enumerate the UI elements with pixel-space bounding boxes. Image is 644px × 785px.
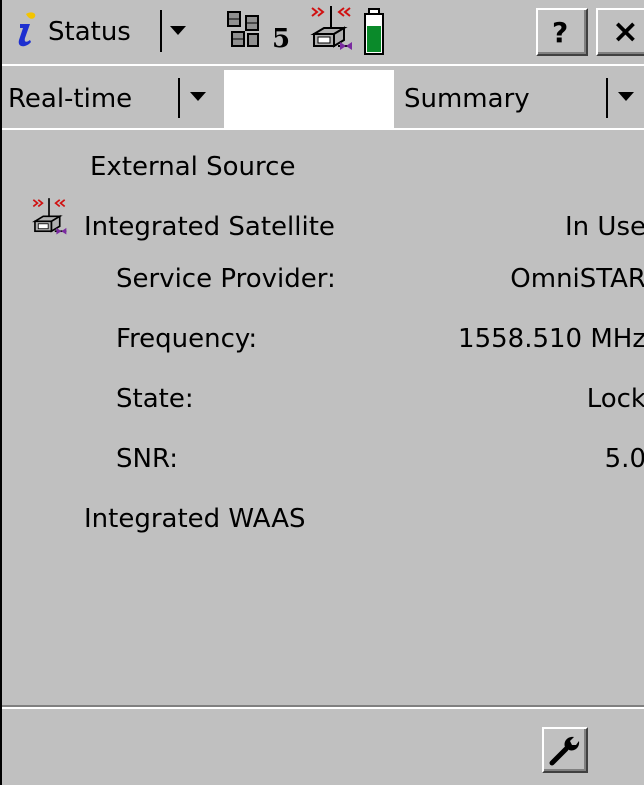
divider: [606, 78, 608, 118]
row-value: OmniSTAR: [510, 264, 644, 294]
title-bar: Status 5 ? ×: [2, 0, 644, 66]
summary-dropdown-value: Summary: [404, 84, 530, 114]
divider: [178, 78, 180, 118]
list-item: Frequency: 1558.510 MHz: [2, 308, 644, 358]
wrench-icon: [548, 733, 582, 767]
chevron-down-icon: [190, 92, 206, 101]
satellite-icon[interactable]: [222, 8, 266, 52]
settings-button[interactable]: [542, 727, 588, 773]
row-label: External Source: [90, 152, 296, 182]
list-item: Service Provider: OmniSTAR: [2, 250, 644, 300]
list-item: SNR: 5.0: [2, 428, 644, 478]
realtime-dropdown-value: Real-time: [8, 84, 133, 114]
help-button[interactable]: ?: [536, 8, 588, 56]
row-label: Integrated Satellite: [84, 212, 335, 242]
info-icon: [14, 10, 40, 48]
close-icon: ×: [612, 12, 639, 50]
radio-antenna-icon: [30, 196, 68, 240]
view-selector-row: Real-time Summary: [2, 70, 644, 128]
close-button[interactable]: ×: [596, 8, 644, 56]
status-list: External Source Integrated Satellite In …: [2, 132, 644, 702]
status-screen: Status 5 ? × Real-time Summary External …: [0, 0, 644, 785]
divider: [2, 128, 644, 130]
help-label: ?: [552, 16, 569, 49]
row-label: SNR:: [116, 444, 178, 474]
chevron-down-icon: [170, 26, 186, 35]
row-label: Service Provider:: [116, 264, 336, 294]
list-item[interactable]: Integrated Satellite In Use: [2, 182, 644, 240]
row-value: 5.0: [604, 444, 644, 474]
row-label: Frequency:: [116, 324, 258, 354]
battery-icon: [363, 8, 385, 56]
radio-antenna-icon[interactable]: [308, 4, 354, 56]
summary-dropdown[interactable]: Summary: [394, 72, 644, 124]
realtime-dropdown[interactable]: Real-time: [2, 72, 224, 124]
list-item[interactable]: External Source: [2, 132, 644, 182]
row-value: In Use: [565, 212, 644, 242]
list-item: State: Lock: [2, 368, 644, 418]
app-menu-button[interactable]: Status: [4, 4, 190, 60]
row-label: State:: [116, 384, 194, 414]
app-menu-label: Status: [48, 17, 131, 47]
chevron-down-icon: [618, 92, 634, 101]
tab-gap: [224, 70, 394, 128]
divider: [2, 707, 644, 709]
list-item[interactable]: Integrated WAAS: [2, 488, 644, 538]
row-label: Integrated WAAS: [84, 504, 306, 534]
row-value: Lock: [586, 384, 644, 414]
divider: [160, 10, 162, 52]
row-value: 1558.510 MHz: [458, 324, 644, 354]
satellite-count: 5: [272, 24, 291, 54]
bottom-toolbar: [2, 705, 644, 785]
